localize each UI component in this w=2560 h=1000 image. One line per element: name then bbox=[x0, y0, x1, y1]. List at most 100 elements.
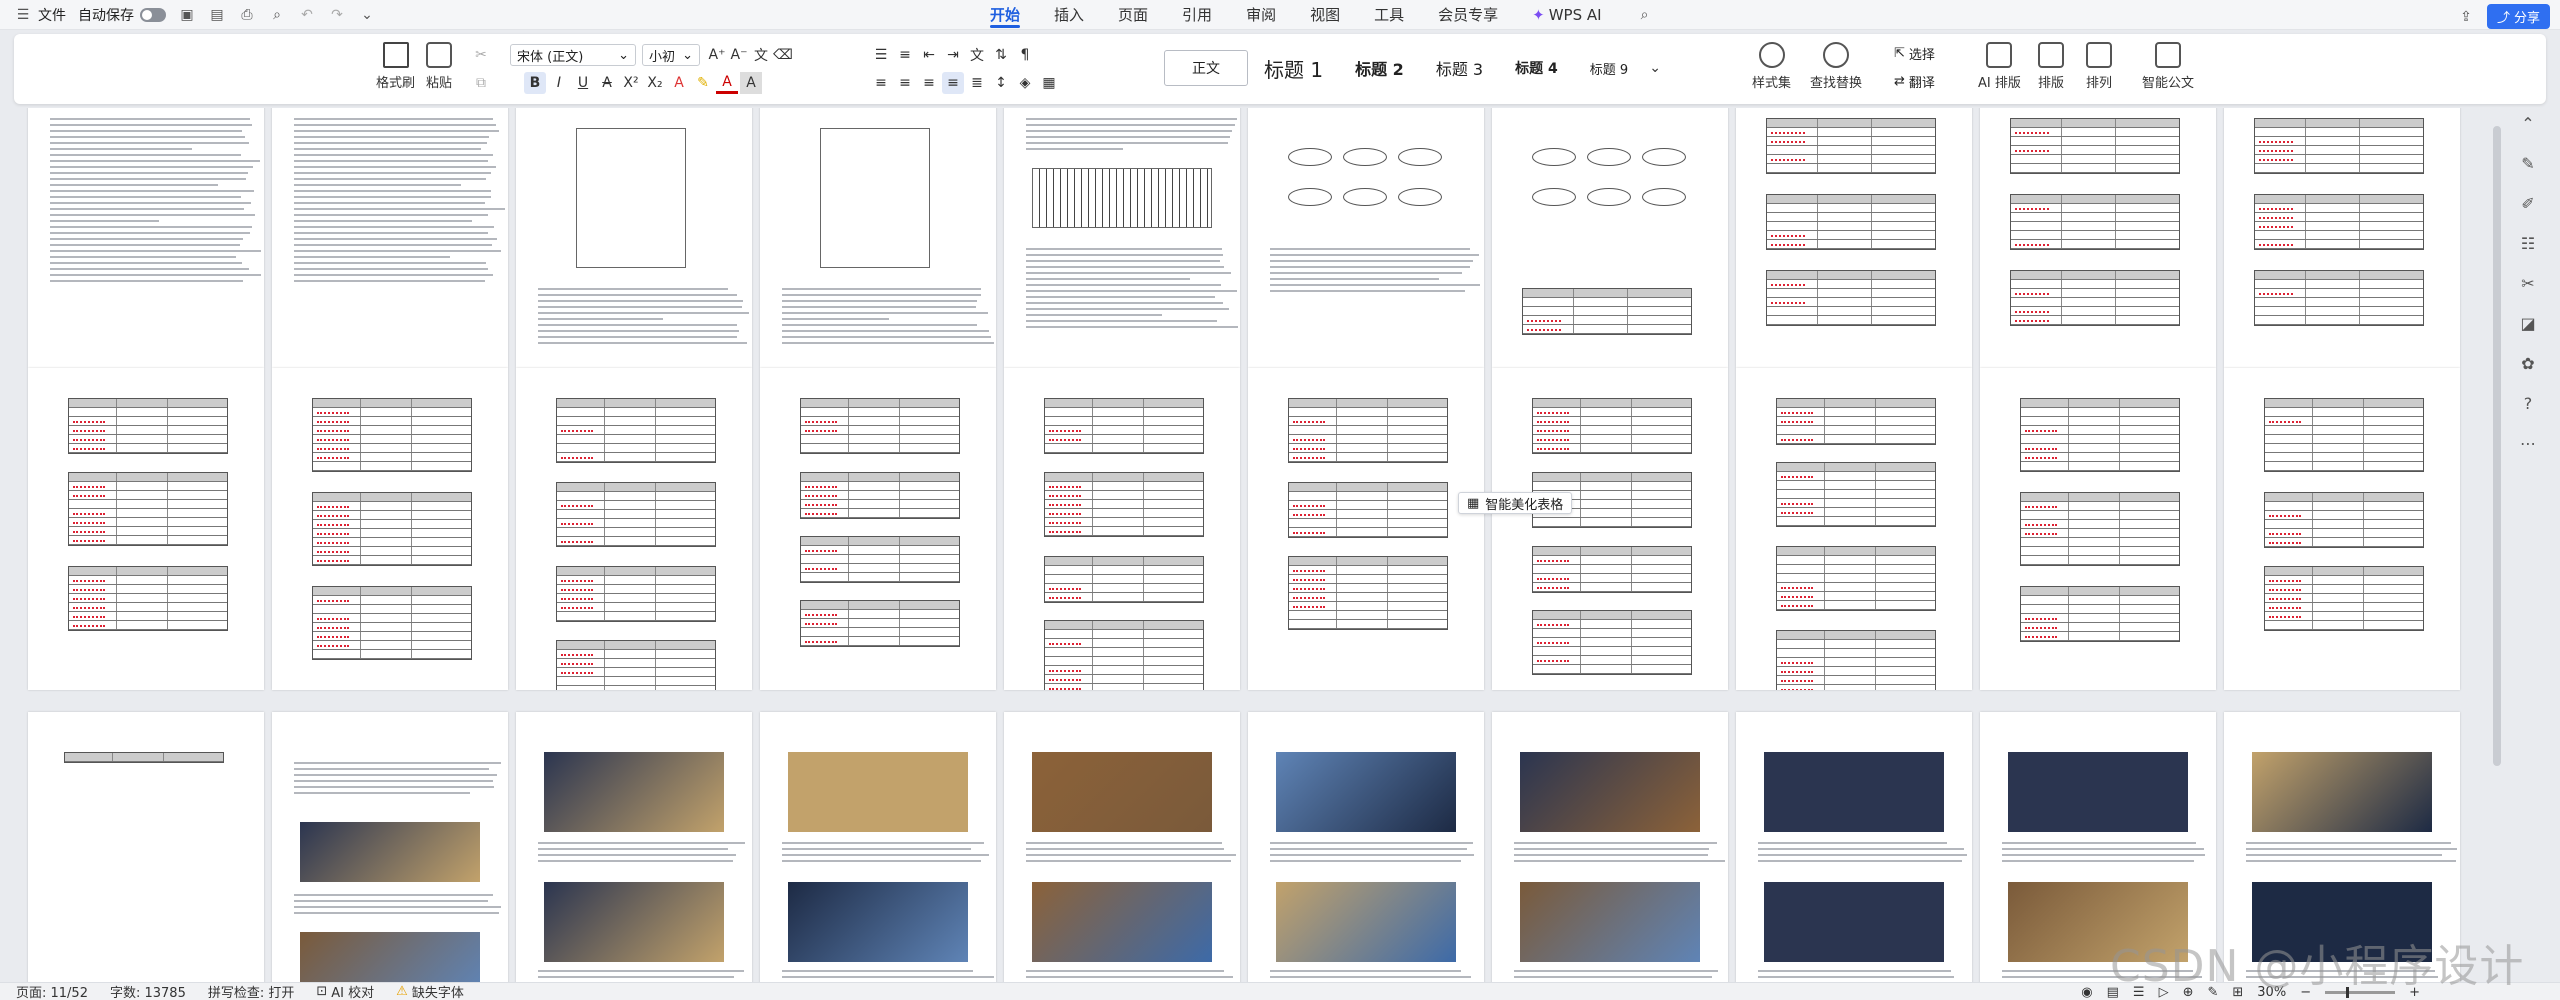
select-button[interactable]: ⇱ 选择 bbox=[1894, 44, 1935, 63]
superscript-icon[interactable]: X² bbox=[620, 72, 642, 94]
document-page[interactable] bbox=[1736, 712, 1972, 982]
document-page[interactable] bbox=[1248, 108, 1484, 368]
style-set-button[interactable]: 样式集 bbox=[1752, 42, 1791, 91]
char-shading-icon[interactable]: A bbox=[740, 72, 762, 94]
edit-icon[interactable]: ✐ bbox=[2518, 194, 2538, 214]
document-page[interactable] bbox=[1248, 712, 1484, 982]
style-heading-4[interactable]: 标题 4 bbox=[1499, 50, 1574, 86]
collapse-icon[interactable]: ⌃ bbox=[2518, 114, 2538, 134]
find-replace-button[interactable]: 查找替换 bbox=[1810, 42, 1862, 91]
tab-insert[interactable]: 插入 bbox=[1054, 0, 1084, 30]
apps-icon[interactable]: ✿ bbox=[2518, 354, 2538, 374]
tab-home[interactable]: 开始 bbox=[990, 0, 1021, 30]
translate-button[interactable]: ⇄ 翻译 bbox=[1894, 72, 1935, 91]
ai-layout-button[interactable]: AI 排版 bbox=[1978, 42, 2021, 91]
tag-icon[interactable]: ◪ bbox=[2518, 314, 2538, 334]
tab-references[interactable]: 引用 bbox=[1182, 0, 1212, 30]
smart-table-beautify-tip[interactable]: ▦ 智能美化表格 bbox=[1458, 492, 1573, 514]
show-marks-icon[interactable]: ¶ bbox=[1014, 44, 1036, 66]
distributed-icon[interactable]: ≣ bbox=[966, 72, 988, 94]
document-page[interactable] bbox=[272, 368, 508, 690]
print-icon[interactable]: ⎙ bbox=[238, 6, 256, 24]
shading-icon[interactable]: ◈ bbox=[1014, 72, 1036, 94]
italic-icon[interactable]: I bbox=[548, 72, 570, 94]
more-icon[interactable]: ⋯ bbox=[2518, 434, 2538, 454]
document-page[interactable] bbox=[516, 108, 752, 368]
cut-icon[interactable]: ✂ bbox=[470, 44, 492, 66]
style-normal[interactable]: 正文 bbox=[1164, 50, 1248, 86]
document-page[interactable] bbox=[2224, 368, 2460, 690]
align-left-icon[interactable]: ≡ bbox=[870, 72, 892, 94]
help-icon[interactable]: ? bbox=[2518, 394, 2538, 414]
style-heading-9[interactable]: 标题 9 bbox=[1574, 50, 1644, 86]
layout-button[interactable]: 排版 bbox=[2038, 42, 2064, 91]
decrease-indent-icon[interactable]: ⇤ bbox=[918, 44, 940, 66]
undo-icon[interactable]: ↶ bbox=[298, 6, 316, 24]
strikethrough-icon[interactable]: A bbox=[596, 72, 618, 94]
document-page[interactable] bbox=[1004, 368, 1240, 690]
copy-icon[interactable]: ⧉ bbox=[470, 72, 492, 94]
grow-font-icon[interactable]: A⁺ bbox=[706, 44, 728, 66]
document-page[interactable] bbox=[516, 712, 752, 982]
document-page[interactable] bbox=[1980, 108, 2216, 368]
document-page[interactable] bbox=[28, 712, 264, 982]
style-heading-1[interactable]: 标题 1 bbox=[1248, 50, 1339, 86]
document-page[interactable] bbox=[1248, 368, 1484, 690]
sort-icon[interactable]: ⇅ bbox=[990, 44, 1012, 66]
subscript-icon[interactable]: X₂ bbox=[644, 72, 666, 94]
bullet-list-icon[interactable]: ☰ bbox=[870, 44, 892, 66]
document-page[interactable] bbox=[2224, 108, 2460, 368]
tab-tools[interactable]: 工具 bbox=[1374, 0, 1404, 30]
word-count[interactable]: 字数: 13785 bbox=[110, 982, 186, 1000]
document-page[interactable] bbox=[516, 368, 752, 690]
style-heading-2[interactable]: 标题 2 bbox=[1339, 50, 1420, 86]
numbered-list-icon[interactable]: ≡ bbox=[894, 44, 916, 66]
arrange-button[interactable]: 排列 bbox=[2086, 42, 2112, 91]
ai-proofread[interactable]: ⊡ AI 校对 bbox=[316, 982, 374, 1000]
style-heading-3[interactable]: 标题 3 bbox=[1420, 50, 1499, 86]
document-page[interactable] bbox=[1492, 712, 1728, 982]
paste-button[interactable]: 粘贴 bbox=[426, 42, 452, 91]
document-page[interactable] bbox=[760, 712, 996, 982]
document-page[interactable] bbox=[760, 108, 996, 368]
phonetic-icon[interactable]: 文 bbox=[750, 44, 772, 66]
tab-wps-ai[interactable]: ✦ WPS AI bbox=[1532, 0, 1601, 30]
share-button[interactable]: ⤴ 分享 bbox=[2486, 4, 2550, 29]
document-canvas[interactable] bbox=[0, 108, 2490, 982]
document-page[interactable] bbox=[1004, 712, 1240, 982]
redo-icon[interactable]: ↷ bbox=[328, 6, 346, 24]
shrink-font-icon[interactable]: A⁻ bbox=[728, 44, 750, 66]
font-name-select[interactable]: 宋体 (正文) ⌄ bbox=[510, 44, 636, 66]
align-right-icon[interactable]: ≡ bbox=[918, 72, 940, 94]
page-indicator[interactable]: 页面: 11/52 bbox=[16, 982, 88, 1000]
borders-icon[interactable]: ▦ bbox=[1038, 72, 1060, 94]
text-effect-icon[interactable]: A bbox=[668, 72, 690, 94]
highlight-icon[interactable]: ✎ bbox=[692, 72, 714, 94]
document-page[interactable] bbox=[1492, 368, 1728, 690]
save-icon[interactable]: ▣ bbox=[178, 6, 196, 24]
search-icon[interactable]: ⌕ bbox=[1636, 6, 1654, 24]
line-spacing-icon[interactable]: ↕ bbox=[990, 72, 1012, 94]
pen-icon[interactable]: ✎ bbox=[2518, 154, 2538, 174]
tab-member[interactable]: 会员专享 bbox=[1438, 0, 1498, 30]
settings-sliders-icon[interactable]: ☷ bbox=[2518, 234, 2538, 254]
output-pdf-icon[interactable]: ▤ bbox=[208, 6, 226, 24]
document-page[interactable] bbox=[1492, 108, 1728, 368]
chinese-layout-icon[interactable]: 文 bbox=[966, 44, 988, 66]
upload-cloud-icon[interactable]: ⇪ bbox=[2457, 8, 2475, 26]
font-color-icon[interactable]: A bbox=[716, 72, 738, 94]
file-menu[interactable]: ☰ 文件 bbox=[14, 5, 66, 25]
document-page[interactable] bbox=[1736, 368, 1972, 690]
bold-icon[interactable]: B bbox=[524, 72, 546, 94]
document-page[interactable] bbox=[1004, 108, 1240, 368]
document-page[interactable] bbox=[272, 712, 508, 982]
justify-icon[interactable]: ≡ bbox=[942, 72, 964, 94]
increase-indent-icon[interactable]: ⇥ bbox=[942, 44, 964, 66]
autosave-toggle[interactable]: 自动保存 bbox=[78, 5, 166, 25]
underline-icon[interactable]: U bbox=[572, 72, 594, 94]
eye-protection-icon[interactable]: ◉ bbox=[2081, 985, 2092, 1000]
spell-check-status[interactable]: 拼写检查: 打开 bbox=[208, 982, 295, 1000]
tools-icon[interactable]: ✂ bbox=[2518, 274, 2538, 294]
missing-font-indicator[interactable]: ⚠ 缺失字体 bbox=[396, 982, 464, 1000]
style-gallery-scroll-icon[interactable]: ⌄ bbox=[1644, 57, 1666, 79]
